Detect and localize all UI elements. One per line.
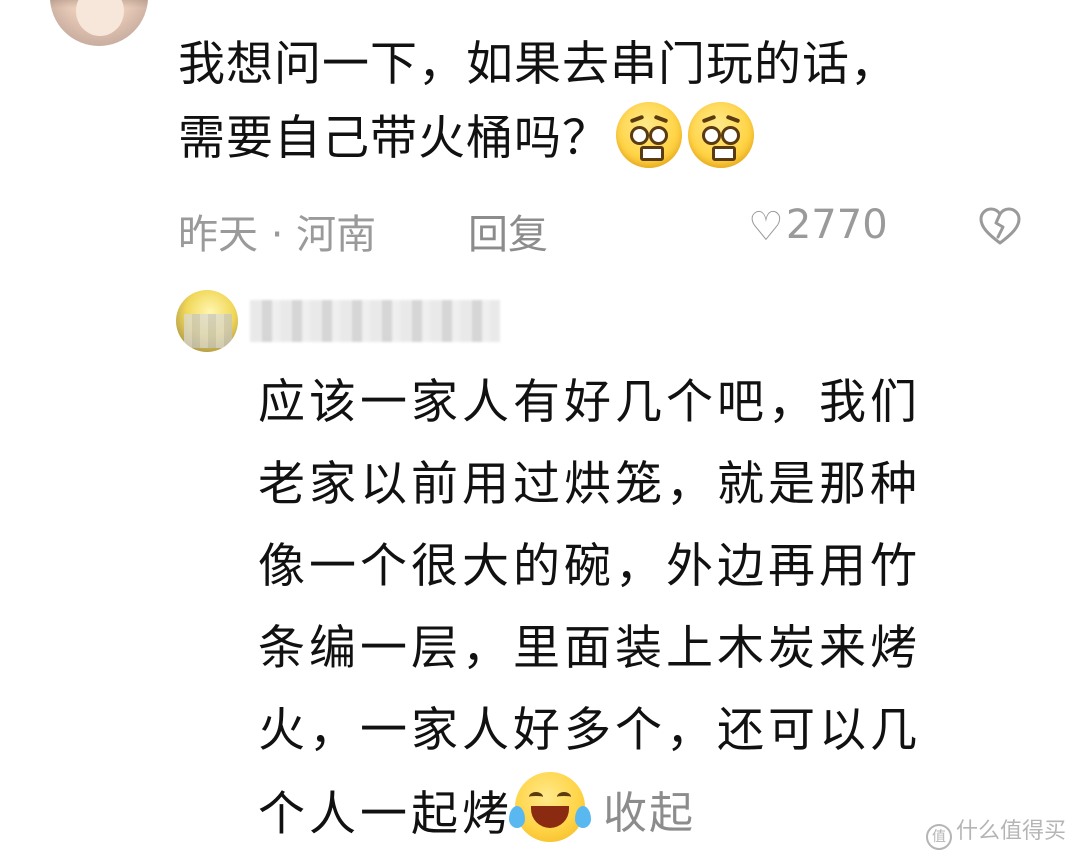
- reply-line-6-text: 个人一起烤: [258, 787, 513, 842]
- watermark-logo-icon: 值: [925, 824, 952, 850]
- reply-button[interactable]: 回复: [468, 202, 548, 260]
- reply-line-1: 应该一家人有好几个吧，我们: [258, 375, 921, 430]
- comment-line-2-text: 需要自己带火桶吗？: [178, 111, 610, 166]
- comment-line-1: 我想问一下，如果去串门玩的话，: [178, 37, 898, 92]
- broken-heart-icon[interactable]: [978, 206, 1022, 246]
- worried-face-icon: [616, 102, 682, 168]
- heart-outline-icon: ♡: [748, 204, 784, 250]
- reply-line-5: 火，一家人好多个，还可以几: [258, 703, 921, 758]
- watermark-text: 什么值得买: [955, 819, 1066, 844]
- like-button[interactable]: ♡2770: [748, 202, 888, 250]
- worried-face-icon: [688, 102, 754, 168]
- reply-line-4: 条编一层，里面装上木炭来烤: [258, 621, 921, 676]
- comment-text: 我想问一下，如果去串门玩的话， 需要自己带火桶吗？: [178, 28, 1058, 176]
- reply-line-3: 像一个很大的碗，外边再用竹: [258, 539, 921, 594]
- reply-line-2: 老家以前用过烘笼，就是那种: [258, 457, 921, 512]
- reply-avatar[interactable]: [176, 290, 238, 352]
- like-count: 2770: [785, 202, 888, 248]
- commenter-avatar[interactable]: [50, 0, 148, 46]
- avatar-face: [76, 0, 124, 36]
- reply-text: 应该一家人有好几个吧，我们 老家以前用过烘笼，就是那种 像一个很大的碗，外边再用…: [258, 362, 1048, 856]
- reply-username-blurred[interactable]: [250, 300, 500, 342]
- collapse-button[interactable]: 收起: [603, 773, 695, 855]
- laughing-crying-icon: [509, 772, 591, 842]
- site-watermark: 值什么值得买: [925, 813, 1066, 850]
- comment-line-2: 需要自己带火桶吗？: [178, 102, 1058, 176]
- comment-time-location: 昨天 · 河南: [178, 212, 377, 258]
- comment-meta-row: 昨天 · 河南 回复 ♡2770: [178, 198, 1038, 258]
- avatar-blur: [184, 314, 232, 348]
